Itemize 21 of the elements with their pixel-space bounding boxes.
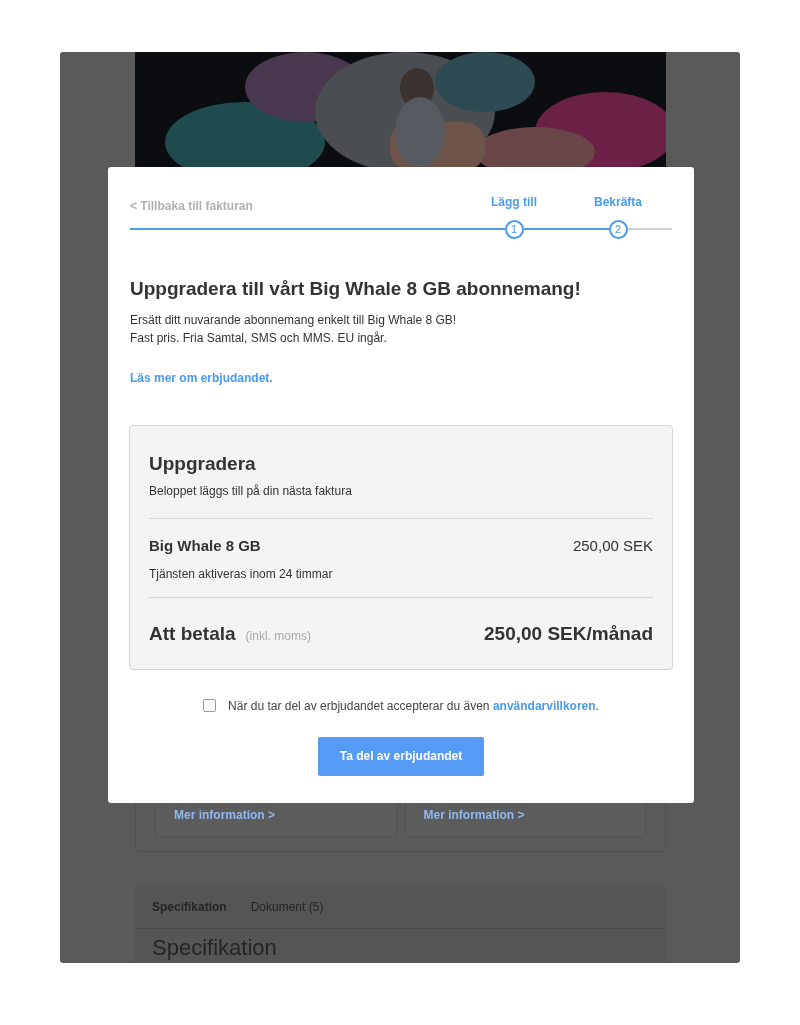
more-info-link[interactable]: Mer information > [174,806,275,824]
more-info-link[interactable]: Mer information > [423,806,525,824]
terms-checkbox[interactable] [203,699,217,713]
accept-offer-button[interactable]: Ta del av erbjudandet [318,736,484,776]
summary-title: Uppgradera [149,451,257,476]
offer-description: Fast pris. Fria Samtal, SMS och MMS. EU ingår. [130,329,388,347]
total-label: Att betala [149,622,236,646]
summary-subtitle: Beloppet läggs till på din nästa faktura [149,482,353,500]
terms-link[interactable]: användarvillkoren [492,698,596,713]
step-label: Bekräfta [594,194,642,211]
item-note: Tjänsten aktiveras inom 24 timmar [149,566,334,583]
item-price: 250,00 SEK [572,535,653,556]
read-more-link[interactable]: Läs mer om erbjudandet. [130,368,273,387]
tax-note: (inkl. moms) [245,628,311,645]
total-price: 250,00 SEK/månad [484,622,653,646]
back-link[interactable]: < Tillbaka till fakturan [130,199,253,213]
terms-text: När du tar del av erbjudandet accepterar du även användarvillkoren. [228,697,599,715]
offer-title: Uppgradera till vårt Big Whale 8 GB abonnemang! [130,277,582,301]
offer-description: Ersätt ditt nuvarande abonnemang enkelt till Big Whale 8 GB! [130,311,458,329]
item-name: Big Whale 8 GB [149,535,261,556]
step-label: Lägg till [491,194,537,211]
